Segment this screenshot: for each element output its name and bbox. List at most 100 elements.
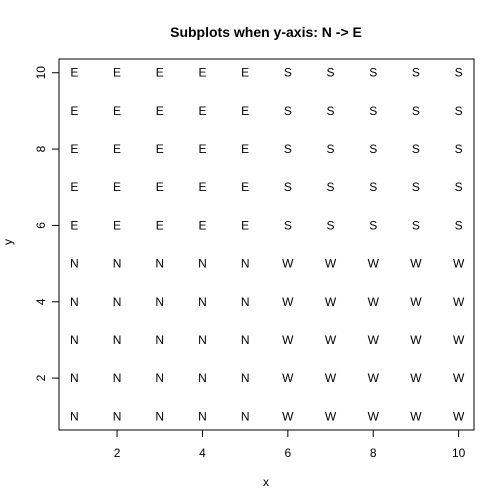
point-label: E — [156, 218, 164, 232]
x-tick-label: 2 — [114, 446, 121, 460]
point-label: E — [241, 142, 249, 156]
x-tick-label: 6 — [285, 446, 292, 460]
point-label: E — [241, 180, 249, 194]
point-label: E — [198, 104, 206, 118]
point-label: E — [70, 104, 78, 118]
y-tick-label: 10 — [34, 66, 48, 80]
point-label: S — [327, 104, 335, 118]
point-label: E — [113, 218, 121, 232]
point-label: W — [453, 409, 465, 423]
point-label: E — [70, 218, 78, 232]
point-label: S — [284, 142, 292, 156]
point-label: S — [455, 104, 463, 118]
point-label: S — [412, 66, 420, 80]
point-label: N — [70, 409, 79, 423]
point-label: W — [368, 257, 380, 271]
point-label: N — [113, 333, 122, 347]
chart: Subplots when y-axis: N -> E 2 4 6 8 10 2 4 6 8… — [1, 24, 475, 489]
point-label: E — [156, 142, 164, 156]
point-label: S — [284, 218, 292, 232]
point-label: E — [70, 66, 78, 80]
point-label: N — [113, 295, 122, 309]
point-label: N — [70, 257, 79, 271]
point-label: E — [113, 142, 121, 156]
point-label: W — [410, 409, 422, 423]
point-label: N — [155, 295, 164, 309]
point-label: E — [198, 180, 206, 194]
point-label: S — [369, 142, 377, 156]
point-label: N — [198, 371, 207, 385]
point-label: E — [156, 180, 164, 194]
point-label: W — [410, 295, 422, 309]
point-label: S — [455, 66, 463, 80]
point-label: S — [327, 180, 335, 194]
point-label: W — [368, 409, 380, 423]
point-label: N — [70, 371, 79, 385]
point-label: W — [325, 257, 337, 271]
y-tick-label: 8 — [34, 145, 48, 152]
point-label: W — [410, 333, 422, 347]
point-label: N — [155, 409, 164, 423]
plot-points: N N N N N W W W W W N N N N N W W W W W N N N N N W W W W W N N N N N W W W W W… — [70, 66, 465, 424]
point-label: E — [156, 104, 164, 118]
point-label: S — [369, 180, 377, 194]
point-label: S — [455, 142, 463, 156]
point-label: S — [284, 66, 292, 80]
point-label: N — [241, 257, 250, 271]
point-label: S — [412, 218, 420, 232]
point-label: W — [325, 409, 337, 423]
y-axis: 2 4 6 8 10 — [34, 66, 60, 381]
point-label: E — [70, 142, 78, 156]
point-label: N — [113, 371, 122, 385]
point-label: S — [369, 104, 377, 118]
point-label: W — [325, 333, 337, 347]
point-label: N — [113, 257, 122, 271]
point-label: N — [198, 257, 207, 271]
point-label: S — [327, 218, 335, 232]
x-tick-label: 8 — [370, 446, 377, 460]
point-label: N — [241, 371, 250, 385]
point-label: N — [155, 257, 164, 271]
point-label: S — [369, 218, 377, 232]
point-label: W — [325, 295, 337, 309]
point-label: S — [327, 66, 335, 80]
point-label: E — [113, 66, 121, 80]
point-label: E — [198, 142, 206, 156]
point-label: W — [368, 295, 380, 309]
point-label: S — [327, 142, 335, 156]
point-label: E — [198, 218, 206, 232]
point-label: S — [455, 218, 463, 232]
point-label: N — [70, 333, 79, 347]
x-tick-label: 10 — [452, 446, 466, 460]
point-label: S — [284, 104, 292, 118]
chart-title: Subplots when y-axis: N -> E — [170, 24, 362, 40]
point-label: W — [282, 333, 294, 347]
point-label: E — [113, 180, 121, 194]
x-axis-label: x — [263, 475, 269, 489]
x-axis: 2 4 6 8 10 — [114, 429, 466, 460]
point-label: E — [241, 104, 249, 118]
point-label: N — [198, 409, 207, 423]
point-label: W — [282, 257, 294, 271]
point-label: S — [369, 66, 377, 80]
x-tick-label: 4 — [199, 446, 206, 460]
point-label: S — [455, 180, 463, 194]
point-label: W — [282, 371, 294, 385]
point-label: N — [113, 409, 122, 423]
point-label: W — [453, 295, 465, 309]
point-label: N — [70, 295, 79, 309]
y-tick-label: 6 — [34, 222, 48, 229]
point-label: N — [155, 371, 164, 385]
y-tick-label: 4 — [34, 298, 48, 305]
point-label: N — [241, 333, 250, 347]
point-label: W — [325, 371, 337, 385]
y-tick-label: 2 — [34, 374, 48, 381]
point-label: E — [241, 218, 249, 232]
y-axis-label: y — [1, 239, 15, 245]
point-label: S — [412, 104, 420, 118]
point-label: N — [155, 333, 164, 347]
point-label: W — [453, 333, 465, 347]
point-label: S — [284, 180, 292, 194]
point-label: E — [241, 66, 249, 80]
point-label: N — [198, 295, 207, 309]
